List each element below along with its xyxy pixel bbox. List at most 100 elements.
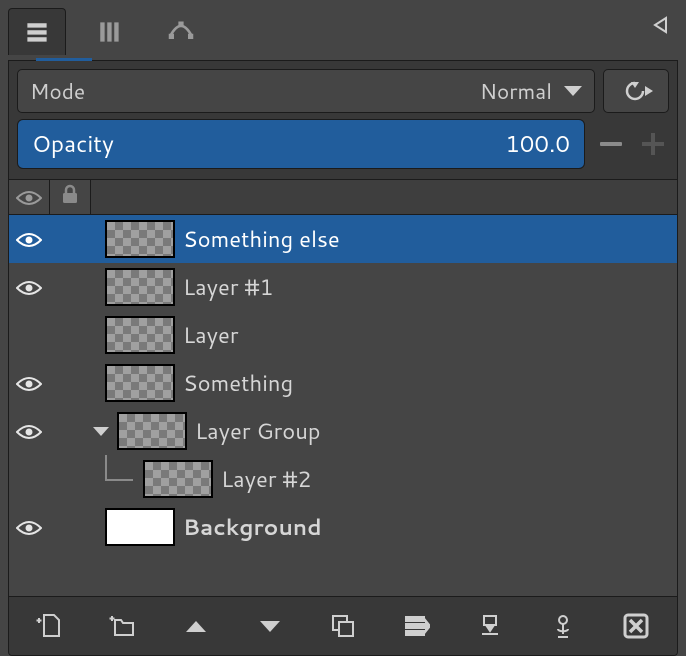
lock-toggle[interactable]	[49, 503, 89, 551]
layer-row[interactable]: Layer #1	[9, 263, 677, 311]
layer-row[interactable]: Layer	[9, 311, 677, 359]
new-group-icon	[109, 612, 137, 640]
layer-content: Layer #1	[89, 263, 677, 311]
chevron-down-icon	[564, 86, 582, 96]
tree-connector	[95, 455, 135, 503]
mode-label: Mode	[30, 76, 85, 106]
opacity-increase-button[interactable]	[637, 120, 669, 168]
tab-paths[interactable]	[152, 8, 210, 55]
mode-dropdown[interactable]: Mode Normal	[17, 69, 595, 113]
opacity-label: Opacity	[32, 128, 114, 160]
new-group-button[interactable]	[99, 602, 147, 650]
chevron-down-icon	[260, 621, 280, 632]
layer-name[interactable]: Something	[183, 368, 293, 399]
mode-value: Normal	[480, 76, 552, 106]
lock-toggle[interactable]	[49, 263, 89, 311]
raise-layer-button[interactable]	[172, 602, 220, 650]
mask-icon	[549, 612, 577, 640]
header-lock-column[interactable]	[50, 180, 91, 214]
layer-row[interactable]: Something	[9, 359, 677, 407]
layer-content: Layer #2	[89, 455, 677, 503]
reset-icon	[619, 78, 653, 104]
layers-toolbar	[9, 596, 677, 655]
layer-thumbnail	[105, 508, 175, 546]
layer-content: Layer Group	[89, 407, 677, 455]
lock-toggle[interactable]	[49, 455, 89, 503]
visibility-toggle[interactable]	[9, 455, 49, 503]
visibility-toggle[interactable]	[9, 359, 49, 407]
anchor-layer-button[interactable]	[466, 602, 514, 650]
lock-toggle[interactable]	[49, 359, 89, 407]
merge-down-button[interactable]	[392, 602, 440, 650]
new-layer-icon	[36, 612, 64, 640]
lock-icon	[60, 183, 80, 211]
header-name-column	[91, 180, 677, 214]
menu-arrow-icon	[652, 16, 670, 34]
tab-layers[interactable]	[8, 8, 66, 55]
eye-icon	[16, 423, 42, 439]
new-layer-button[interactable]	[26, 602, 74, 650]
layer-content: Something else	[89, 215, 677, 263]
plus-icon	[642, 133, 664, 155]
eye-icon	[16, 189, 42, 205]
layer-name[interactable]: Layer	[183, 320, 238, 351]
layer-thumbnail	[105, 220, 175, 258]
lower-layer-button[interactable]	[246, 602, 294, 650]
lock-toggle[interactable]	[49, 311, 89, 359]
layer-thumbnail	[105, 268, 175, 306]
visibility-toggle[interactable]	[9, 311, 49, 359]
layer-thumbnail	[117, 412, 187, 450]
merge-down-icon	[402, 612, 430, 640]
delete-layer-button[interactable]	[612, 602, 660, 650]
opacity-slider[interactable]: Opacity 100.0	[17, 119, 585, 169]
layer-row[interactable]: Layer #2	[9, 455, 677, 503]
lock-toggle[interactable]	[49, 407, 89, 455]
layer-thumbnail	[143, 460, 213, 498]
lock-toggle[interactable]	[49, 215, 89, 263]
switch-layer-mode-button[interactable]	[603, 69, 669, 113]
layer-name[interactable]: Layer #1	[183, 272, 274, 303]
layer-name[interactable]: Something else	[183, 224, 340, 255]
eye-icon	[16, 375, 42, 391]
add-mask-button[interactable]	[539, 602, 587, 650]
layer-name[interactable]: Background	[183, 512, 322, 543]
duplicate-layer-button[interactable]	[319, 602, 367, 650]
layer-row[interactable]: Layer Group	[9, 407, 677, 455]
mode-row: Mode Normal	[9, 61, 677, 119]
panel-tab-bar	[8, 8, 678, 60]
eye-icon	[16, 279, 42, 295]
layers-icon	[23, 18, 51, 46]
layer-name[interactable]: Layer Group	[195, 416, 321, 447]
layer-row[interactable]: Background	[9, 503, 677, 551]
anchor-icon	[476, 612, 504, 640]
visibility-toggle[interactable]	[9, 503, 49, 551]
chevron-up-icon	[186, 621, 206, 632]
eye-icon	[16, 231, 42, 247]
minus-icon	[600, 142, 622, 146]
layer-thumbnail	[105, 316, 175, 354]
visibility-toggle[interactable]	[9, 215, 49, 263]
layer-list: Something else Layer #1 Layer Something Laye…	[9, 215, 677, 596]
delete-icon	[622, 612, 650, 640]
channels-icon	[95, 18, 123, 46]
eye-icon	[16, 519, 42, 535]
visibility-toggle[interactable]	[9, 407, 49, 455]
layer-thumbnail	[105, 364, 175, 402]
layer-content: Background	[89, 503, 677, 551]
layer-row[interactable]: Something else	[9, 215, 677, 263]
paths-icon	[167, 18, 195, 46]
layers-panel: Mode Normal Opacity 100.0	[8, 60, 678, 656]
layer-content: Layer	[89, 311, 677, 359]
visibility-toggle[interactable]	[9, 263, 49, 311]
group-expander[interactable]	[89, 419, 113, 443]
tab-channels[interactable]	[80, 8, 138, 55]
opacity-row: Opacity 100.0	[9, 119, 677, 179]
panel-menu-button[interactable]	[644, 8, 678, 42]
duplicate-icon	[329, 612, 357, 640]
layer-content: Something	[89, 359, 677, 407]
opacity-decrease-button[interactable]	[595, 120, 627, 168]
opacity-value: 100.0	[505, 128, 570, 160]
header-visibility-column[interactable]	[9, 180, 50, 214]
layer-list-header	[9, 179, 677, 215]
layer-name[interactable]: Layer #2	[221, 464, 312, 495]
